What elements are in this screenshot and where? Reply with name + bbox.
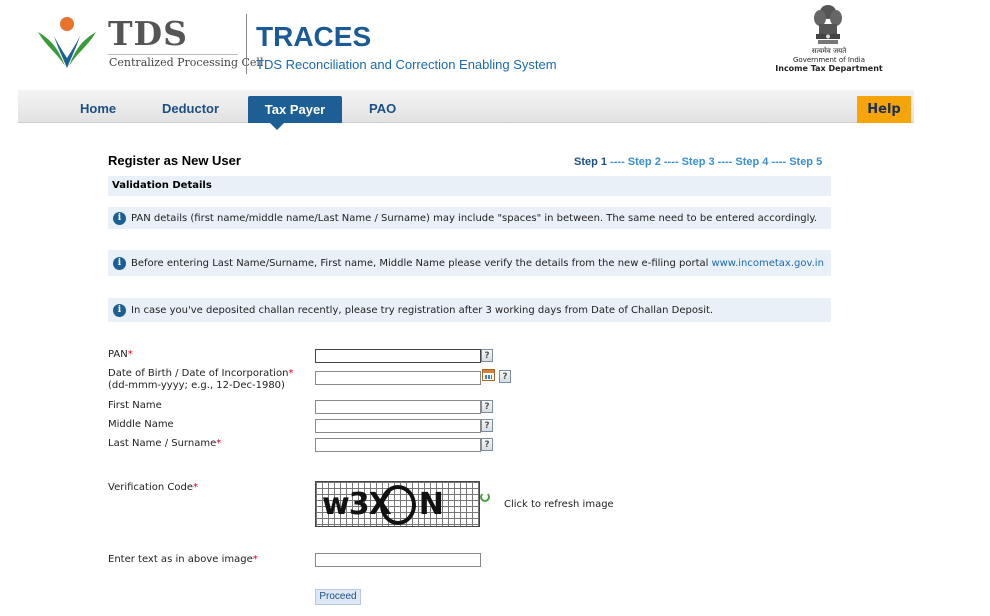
first-name-label: First Name [108,400,162,411]
calendar-icon[interactable] [482,369,495,381]
national-emblem-icon [814,5,842,44]
captcha-image: w3X N [315,481,480,527]
step-separator: ---- [771,156,787,168]
app-title: TRACES [256,21,372,52]
captcha-entry-label: Enter text as in above image* [108,554,258,565]
active-tab-caret-icon [270,123,284,130]
last-name-label: Last Name / Surname* [108,438,222,449]
department-label: Income Tax Department [775,64,883,73]
nav-tax-payer[interactable]: Tax Payer [248,96,342,123]
incometax-portal-link[interactable]: www.incometax.gov.in [711,258,823,269]
pan-help-icon[interactable]: ? [481,349,493,362]
info-icon: i [113,256,126,270]
first-name-input[interactable] [315,400,481,414]
info-icon: i [113,303,126,317]
pan-input[interactable] [315,349,481,363]
dob-help-icon[interactable]: ? [499,370,511,383]
refresh-captcha-link[interactable]: Click to refresh image [504,499,614,511]
step-separator: ---- [663,156,679,168]
main-nav: Home Deductor Tax Payer PAO Help [18,90,914,123]
page-title: Register as New User [108,153,241,168]
logo-underline [108,54,238,55]
dob-label: Date of Birth / Date of Incorporation* (… [108,368,294,391]
info-notice-challan: i In case you've deposited challan recen… [108,298,831,322]
info-notice-pan: i PAN details (first name/middle name/La… [108,207,831,229]
nav-pao[interactable]: PAO [369,90,396,123]
captcha-input[interactable] [315,553,481,567]
middle-name-help-icon[interactable]: ? [481,419,493,432]
first-name-help-icon[interactable]: ? [481,400,493,413]
logo-text: TDS [108,14,189,53]
captcha-swirl [380,485,416,525]
dob-format-hint: (dd-mmm-yyyy; e.g., 12-Dec-1980) [108,380,285,391]
verification-code-label: Verification Code* [108,482,198,493]
step-separator: ---- [610,156,625,168]
info-text: Before entering Last Name/Surname, First… [131,257,709,269]
emblem-motto: सत्यमेव जयते [811,47,847,55]
header: TDS Centralized Processing Cell TRACES T… [0,0,990,88]
step-1: Step 1 [574,156,608,168]
last-name-help-icon[interactable]: ? [481,438,493,451]
nav-deductor[interactable]: Deductor [162,90,219,123]
info-icon: i [113,211,126,225]
step-3: Step 3 [681,156,715,168]
proceed-button[interactable]: Proceed [315,589,361,605]
pan-label: PAN* [108,349,133,360]
section-header: Validation Details [108,176,831,196]
step-4: Step 4 [735,156,769,168]
logo-subtitle: Centralized Processing Cell [109,56,264,69]
dob-input[interactable] [315,371,481,385]
step-5: Step 5 [789,156,823,168]
step-indicator: Step 1 ---- Step 2 ---- Step 3 ---- Step… [574,155,822,169]
tds-logo-icon [38,17,96,68]
info-text: PAN details (first name/middle name/Last… [131,212,818,224]
middle-name-input[interactable] [315,419,481,433]
header-divider [246,14,247,74]
step-2: Step 2 [627,156,661,168]
middle-name-label: Middle Name [108,419,174,430]
last-name-input[interactable] [315,438,481,452]
step-separator: ---- [717,156,733,168]
nav-home[interactable]: Home [80,90,116,123]
info-notice-verify: i Before entering Last Name/Surname, Fir… [108,250,831,276]
help-button[interactable]: Help [857,96,911,123]
refresh-icon[interactable] [480,492,490,502]
info-text: In case you've deposited challan recentl… [131,304,714,316]
app-subtitle: TDS Reconciliation and Correction Enabli… [256,57,557,72]
